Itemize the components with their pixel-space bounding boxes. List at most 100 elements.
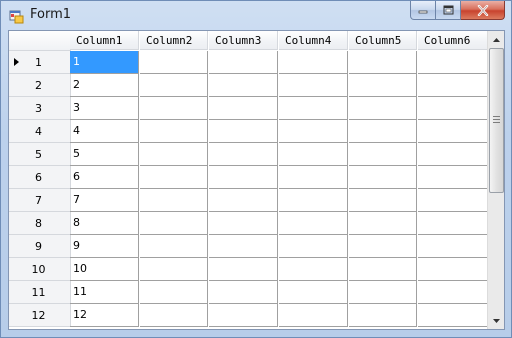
grid-cell[interactable] [140,97,208,120]
grid-cell[interactable] [349,281,417,304]
grid-cell[interactable] [349,189,417,212]
grid-cell[interactable] [209,281,278,304]
grid-cell[interactable] [279,97,348,120]
row-header[interactable]: 1 [9,51,71,74]
grid-cell[interactable] [279,143,348,166]
grid-cell[interactable] [418,212,490,235]
grid-cell[interactable] [349,166,417,189]
row-header[interactable]: 10 [9,258,71,281]
maximize-button[interactable] [436,1,461,20]
grid-cell[interactable]: 5 [70,143,139,166]
row-header[interactable]: 5 [9,143,71,166]
vertical-scrollbar[interactable] [487,31,504,329]
grid-cell[interactable] [279,235,348,258]
grid-cell[interactable] [418,258,490,281]
grid-cell[interactable]: 9 [70,235,139,258]
row-header[interactable]: 3 [9,97,71,120]
scroll-down-button[interactable] [488,312,504,329]
grid-cell[interactable] [140,189,208,212]
grid-cell[interactable] [209,74,278,97]
grid-cell[interactable] [349,304,417,327]
grid-cell[interactable]: 3 [70,97,139,120]
grid-cell[interactable] [279,51,348,74]
row-header[interactable]: 6 [9,166,71,189]
grid-cell[interactable]: 11 [70,281,139,304]
minimize-button[interactable] [410,1,436,20]
grid-cell[interactable] [140,120,208,143]
grid-cell[interactable]: 10 [70,258,139,281]
row-header[interactable]: 7 [9,189,71,212]
grid-cell[interactable] [279,212,348,235]
grid-cell[interactable] [279,258,348,281]
grid-cell[interactable] [349,97,417,120]
grid-cell[interactable] [349,143,417,166]
grid-cell[interactable]: 6 [70,166,139,189]
grid-cell[interactable] [349,51,417,74]
grid-cell[interactable] [349,212,417,235]
grid-cell[interactable] [349,74,417,97]
grid-cell[interactable]: 8 [70,212,139,235]
column-header[interactable]: Column5 [349,31,417,50]
grid-cell[interactable] [279,281,348,304]
grid-cell[interactable] [140,212,208,235]
grid-cell[interactable] [418,51,490,74]
grid-cell[interactable] [140,258,208,281]
grid-cell[interactable] [209,304,278,327]
grid-cell[interactable] [209,97,278,120]
grid-cell[interactable] [209,258,278,281]
column-header[interactable]: Column3 [209,31,278,50]
grid-cell[interactable] [279,120,348,143]
grid-cell[interactable] [279,166,348,189]
grid-cell[interactable] [209,166,278,189]
grid-cell[interactable] [279,74,348,97]
data-grid-view[interactable]: Column1 Column2 Column3 Column4 Column5 Colum… [9,31,490,329]
grid-cell[interactable] [418,143,490,166]
grid-cell[interactable] [418,304,490,327]
grid-cell[interactable] [209,212,278,235]
column-header[interactable]: Column1 [70,31,139,50]
column-header[interactable]: Column6 [418,31,490,50]
grid-cell[interactable] [209,120,278,143]
grid-cell[interactable]: 12 [70,304,139,327]
close-button[interactable] [461,1,505,20]
grid-cell[interactable]: 1 [70,51,139,74]
grid-cell[interactable] [209,51,278,74]
row-header[interactable]: 11 [9,281,71,304]
grid-cell[interactable] [140,143,208,166]
grid-cell[interactable] [140,281,208,304]
grid-cell[interactable] [418,189,490,212]
grid-cell[interactable] [418,74,490,97]
grid-cell[interactable] [209,235,278,258]
grid-cell[interactable] [418,235,490,258]
grid-cell[interactable]: 2 [70,74,139,97]
grid-cell[interactable] [418,120,490,143]
scroll-up-button[interactable] [488,31,504,48]
title-bar[interactable]: Form1 [1,1,511,30]
grid-cell[interactable] [418,97,490,120]
grid-cell[interactable] [140,74,208,97]
grid-cell[interactable] [349,258,417,281]
column-header[interactable]: Column2 [140,31,208,50]
grid-cell[interactable] [418,166,490,189]
row-header[interactable]: 9 [9,235,71,258]
grid-cell[interactable] [418,281,490,304]
top-left-header-cell[interactable] [9,31,71,51]
grid-cell[interactable] [140,235,208,258]
row-header[interactable]: 12 [9,304,71,327]
column-header[interactable]: Column4 [279,31,348,50]
grid-cell[interactable] [140,166,208,189]
grid-cell[interactable] [140,304,208,327]
row-header[interactable]: 8 [9,212,71,235]
row-header[interactable]: 2 [9,74,71,97]
grid-cell[interactable] [279,189,348,212]
grid-cell[interactable]: 7 [70,189,139,212]
row-header[interactable]: 4 [9,120,71,143]
grid-cell[interactable] [349,235,417,258]
grid-cell[interactable]: 4 [70,120,139,143]
grid-cell[interactable] [349,120,417,143]
grid-cell[interactable] [140,51,208,74]
grid-cell[interactable] [209,189,278,212]
grid-cell[interactable] [279,304,348,327]
scroll-thumb[interactable] [489,48,504,193]
grid-cell[interactable] [209,143,278,166]
